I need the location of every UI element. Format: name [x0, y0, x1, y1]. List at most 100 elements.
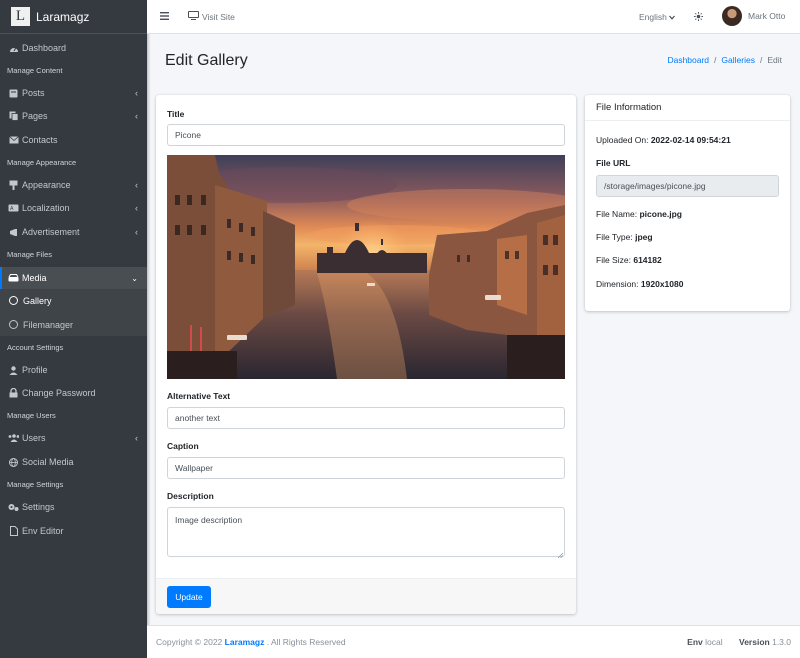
- sidebar-item-settings[interactable]: Settings: [0, 497, 147, 517]
- resize-handle-icon[interactable]: [557, 550, 564, 559]
- desktop-icon: [188, 11, 199, 22]
- file-size-label: File Size:: [596, 255, 631, 265]
- sidebar-item-env-editor[interactable]: Env Editor: [0, 521, 147, 541]
- sidebar-item-label: Social Media: [22, 457, 74, 467]
- sidebar-item-label: Posts: [22, 88, 45, 98]
- copyright-text: Copyright © 2022: [156, 637, 223, 647]
- language-label: English: [639, 12, 667, 22]
- breadcrumb-galleries[interactable]: Galleries: [721, 55, 755, 65]
- paint-brush-icon: [8, 180, 19, 190]
- chevron-left-icon: ‹: [135, 88, 138, 98]
- sidebar-item-label: Localization: [22, 203, 70, 213]
- file-icon: [8, 526, 19, 536]
- title-label: Title: [167, 109, 185, 119]
- hdd-icon: [8, 274, 19, 283]
- dashboard-icon: [8, 44, 19, 53]
- sidebar-item-filemanager[interactable]: Filemanager: [0, 313, 147, 336]
- breadcrumb: Dashboard / Galleries / Edit: [667, 55, 782, 65]
- language-dropdown[interactable]: English: [639, 12, 675, 22]
- nav-header-users: Manage Users: [7, 411, 56, 420]
- file-type-row: File Type: jpeg: [596, 232, 653, 242]
- dimension-label: Dimension:: [596, 279, 639, 289]
- sidebar-item-pages[interactable]: Pages ‹: [0, 106, 147, 126]
- footer: Copyright © 2022 Laramagz . All Rights R…: [147, 625, 800, 658]
- page-title: Edit Gallery: [165, 52, 248, 69]
- update-button[interactable]: Update: [167, 586, 211, 608]
- alt-text-input[interactable]: another text: [167, 407, 565, 429]
- breadcrumb-separator: /: [759, 55, 763, 65]
- brand-logo: L: [11, 7, 30, 26]
- lock-icon: [8, 388, 19, 398]
- visit-site-link[interactable]: Visit Site: [188, 11, 235, 22]
- chevron-down-icon: ⌄: [131, 273, 138, 283]
- sidebar-item-advertisement[interactable]: Advertisement ‹: [0, 222, 147, 242]
- nav-header-content: Manage Content: [7, 66, 63, 75]
- version-label: Version: [739, 637, 770, 647]
- file-name-label: File Name:: [596, 209, 638, 219]
- file-name-value: picone.jpg: [639, 209, 682, 219]
- breadcrumb-dashboard[interactable]: Dashboard: [667, 55, 709, 65]
- sidebar-item-dashboard[interactable]: Dashboard: [0, 38, 147, 58]
- book-icon: [8, 89, 19, 98]
- language-icon: A: [8, 204, 19, 213]
- chevron-left-icon: ‹: [135, 180, 138, 190]
- chevron-left-icon: ‹: [135, 203, 138, 213]
- users-icon: [8, 434, 19, 443]
- sidebar-item-appearance[interactable]: Appearance ‹: [0, 175, 147, 195]
- copyright: Copyright © 2022 Laramagz . All Rights R…: [156, 637, 346, 647]
- sidebar-item-contacts[interactable]: Contacts: [0, 130, 147, 150]
- circle-icon: [9, 320, 18, 329]
- brand-link[interactable]: L Laramagz: [0, 0, 147, 34]
- description-textarea[interactable]: Image description: [167, 507, 565, 557]
- chevron-left-icon: ‹: [135, 433, 138, 443]
- file-type-value: jpeg: [635, 232, 653, 242]
- dimension-row: Dimension: 1920x1080: [596, 279, 683, 289]
- file-size-value: 614182: [633, 255, 662, 265]
- copy-icon: [8, 111, 19, 121]
- dimension-value: 1920x1080: [640, 279, 684, 289]
- sidebar-item-label: Pages: [22, 111, 48, 121]
- sidebar-item-label: Media: [22, 273, 47, 283]
- env-value: local: [705, 637, 723, 647]
- file-information-card: File Information Uploaded On: 2022-02-14…: [585, 95, 790, 311]
- caption-label: Caption: [167, 441, 199, 451]
- hamburger-menu-icon[interactable]: [160, 12, 169, 20]
- sidebar-item-media[interactable]: Media ⌄: [0, 267, 147, 289]
- nav-header-appearance: Manage Appearance: [7, 158, 77, 167]
- user-menu[interactable]: Mark Otto: [722, 6, 785, 26]
- svg-text:A: A: [10, 206, 14, 212]
- chevron-left-icon: ‹: [135, 227, 138, 237]
- user-name: Mark Otto: [748, 11, 786, 21]
- gallery-image-preview: [167, 155, 565, 379]
- footer-brand-link[interactable]: Laramagz: [225, 637, 265, 647]
- sidebar-item-users[interactable]: Users ‹: [0, 428, 147, 448]
- sidebar-item-localization[interactable]: A Localization ‹: [0, 198, 147, 218]
- sidebar-item-posts[interactable]: Posts ‹: [0, 83, 147, 103]
- sidebar-item-label: Advertisement: [22, 227, 80, 237]
- card-footer: [156, 578, 576, 614]
- theme-toggle-icon[interactable]: [694, 12, 703, 21]
- user-icon: [8, 365, 19, 375]
- bullhorn-icon: [8, 228, 19, 237]
- sidebar-item-label: Settings: [22, 502, 55, 512]
- uploaded-on-label: Uploaded On:: [596, 135, 649, 145]
- chevron-left-icon: ‹: [135, 111, 138, 121]
- brand-name: Laramagz: [36, 9, 90, 24]
- sidebar-item-profile[interactable]: Profile: [0, 360, 147, 380]
- sidebar-item-change-password[interactable]: Change Password: [0, 383, 147, 403]
- file-url-label: File URL: [596, 158, 631, 168]
- file-info-heading: File Information: [596, 102, 662, 113]
- nav-header-account: Account Settings: [7, 343, 64, 352]
- file-name-row: File Name: picone.jpg: [596, 209, 682, 219]
- sidebar-item-social-media[interactable]: Social Media: [0, 452, 147, 472]
- caption-input[interactable]: Wallpaper: [167, 457, 565, 479]
- cogs-icon: [8, 503, 19, 512]
- version-value: 1.3.0: [772, 637, 791, 647]
- title-input[interactable]: Picone: [167, 124, 565, 146]
- top-navbar: Visit Site English Mark Otto: [147, 0, 800, 34]
- file-url-input[interactable]: /storage/images/picone.jpg: [596, 175, 779, 197]
- uploaded-on-row: Uploaded On: 2022-02-14 09:54:21: [596, 135, 731, 145]
- sidebar: L Laramagz Dashboard Manage Content Post…: [0, 0, 147, 658]
- sidebar-item-gallery[interactable]: Gallery: [0, 289, 147, 312]
- env-label: Env: [687, 637, 703, 647]
